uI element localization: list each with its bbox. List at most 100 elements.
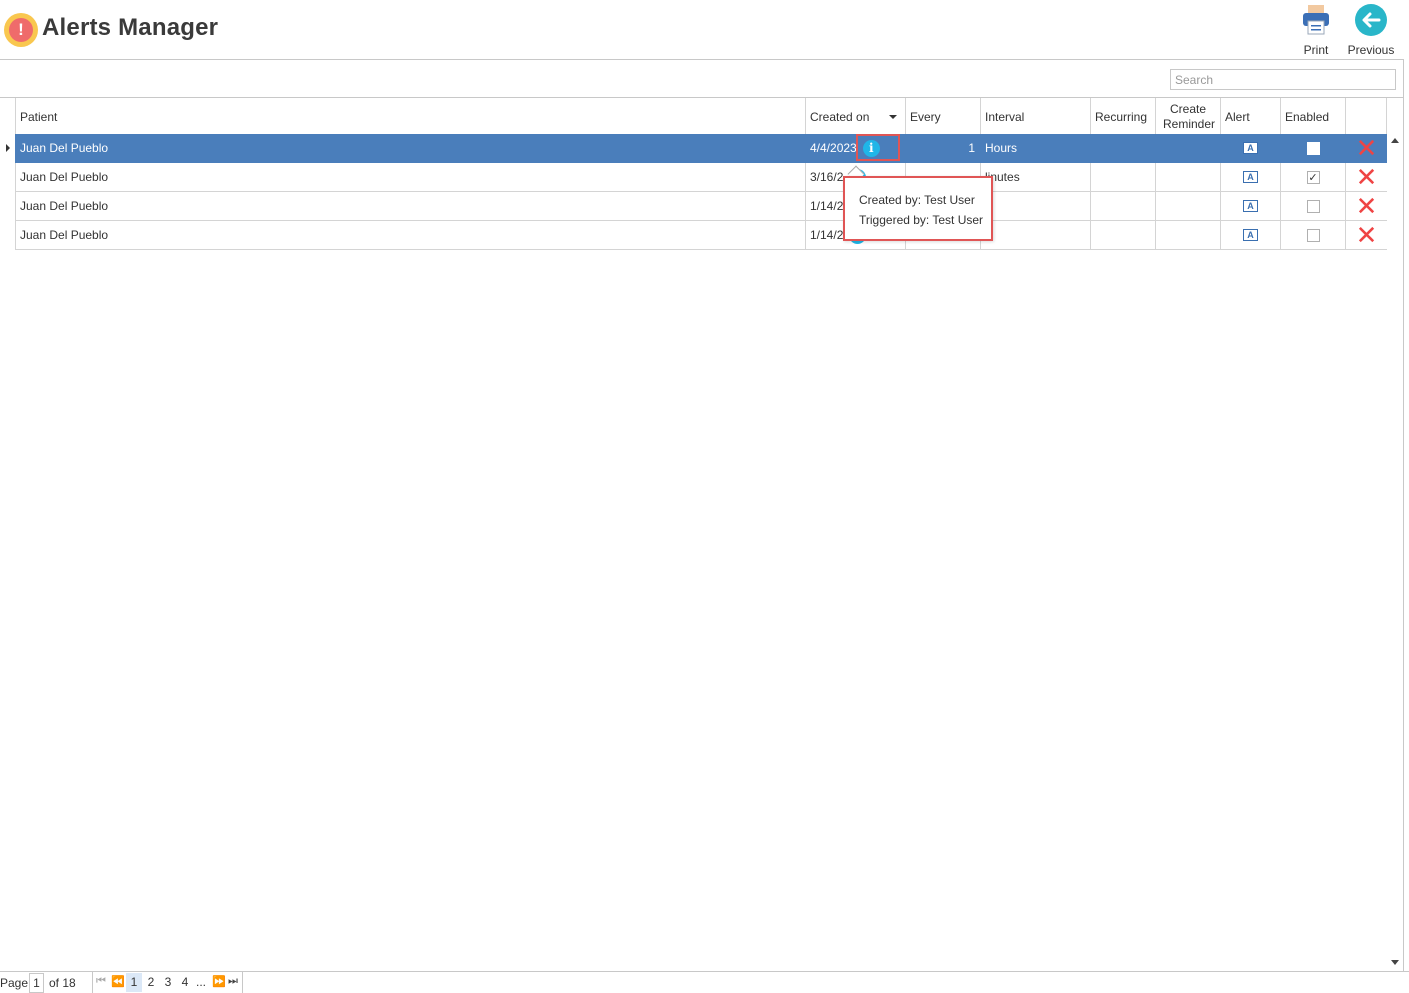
cell-patient[interactable]: Juan Del Pueblo	[15, 192, 805, 221]
cell-every[interactable]: 1	[905, 134, 980, 163]
pager-current-page-input[interactable]: 1	[29, 973, 44, 993]
column-header-recurring[interactable]: Recurring	[1090, 98, 1155, 135]
page-number-1[interactable]: 1	[126, 973, 142, 992]
info-highlight-box	[856, 134, 900, 161]
column-header-interval[interactable]: Interval	[980, 98, 1090, 135]
page-number-4[interactable]: 4	[177, 973, 193, 992]
previous-button[interactable]: Previous	[1344, 2, 1398, 57]
scroll-down-icon[interactable]	[1391, 960, 1399, 965]
pager-total-label: of 18	[49, 976, 76, 990]
cell-actions[interactable]: ✕	[1345, 192, 1387, 221]
cell-recurring[interactable]	[1090, 221, 1155, 250]
pager: Page 1 of 18 ⏮ ⏪ 1 2 3 4 ... ⏩ ⏭	[0, 971, 1409, 993]
alert-document-icon[interactable]: A	[1243, 171, 1258, 183]
alert-document-icon[interactable]: A	[1243, 142, 1258, 154]
table-row[interactable]: Juan Del Pueblo1/14/2iA✕	[0, 221, 1387, 250]
cell-interval[interactable]	[980, 221, 1090, 250]
pager-nav: ⏮ ⏪ 1 2 3 4 ... ⏩ ⏭	[92, 972, 243, 993]
right-border	[1403, 59, 1404, 971]
cell-enabled[interactable]	[1280, 192, 1345, 221]
patient-text: Juan Del Pueblo	[20, 141, 109, 155]
alert-exclamation-icon: !	[9, 18, 33, 42]
tooltip-created-by: Created by: Test User	[859, 193, 975, 207]
cell-patient[interactable]: Juan Del Pueblo	[15, 163, 805, 192]
cell-create-reminder[interactable]	[1155, 163, 1220, 192]
cell-actions[interactable]: ✕	[1345, 134, 1387, 163]
cell-enabled[interactable]: ✓	[1280, 163, 1345, 192]
cell-patient[interactable]: Juan Del Pueblo	[15, 221, 805, 250]
row-selector-icon	[0, 134, 15, 163]
page-title: Alerts Manager	[42, 14, 219, 41]
table-row[interactable]: Juan Del Pueblo1/14/2iA✕	[0, 192, 1387, 221]
delete-icon[interactable]: ✕	[1356, 222, 1378, 248]
cell-interval[interactable]: Hours	[980, 134, 1090, 163]
sort-dropdown-icon[interactable]	[889, 115, 897, 119]
cell-actions[interactable]: ✕	[1345, 221, 1387, 250]
created-on-text: 1/14/2	[810, 228, 844, 242]
scroll-up-icon[interactable]	[1391, 138, 1399, 143]
interval-text: Hours	[985, 141, 1018, 155]
page-number-2[interactable]: 2	[143, 973, 159, 992]
cell-create-reminder[interactable]	[1155, 192, 1220, 221]
created-on-text: 4/4/2023	[810, 141, 857, 155]
cell-create-reminder[interactable]	[1155, 134, 1220, 163]
page-number-3[interactable]: 3	[160, 973, 176, 992]
cell-patient[interactable]: Juan Del Pueblo	[15, 134, 805, 163]
cell-alert[interactable]: A	[1220, 134, 1280, 163]
column-header-actions	[1345, 98, 1387, 135]
print-label: Print	[1303, 43, 1329, 57]
previous-page-icon[interactable]: ⏪	[111, 975, 125, 988]
alert-document-icon[interactable]: A	[1243, 200, 1258, 212]
enabled-checkbox[interactable]	[1306, 141, 1320, 155]
column-header-patient[interactable]: Patient	[15, 98, 805, 135]
column-header-alert[interactable]: Alert	[1220, 98, 1280, 135]
cell-actions[interactable]: ✕	[1345, 163, 1387, 192]
search-input[interactable]	[1170, 69, 1396, 90]
column-header-enabled[interactable]: Enabled	[1280, 98, 1345, 135]
created-on-text: 1/14/2	[810, 199, 844, 213]
cell-alert[interactable]: A	[1220, 192, 1280, 221]
cell-create-reminder[interactable]	[1155, 221, 1220, 250]
delete-icon[interactable]: ✕	[1356, 164, 1378, 190]
current-row-arrow-icon	[6, 144, 10, 152]
patient-text: Juan Del Pueblo	[20, 199, 109, 213]
table-row[interactable]: Juan Del Pueblo3/16/2ilinutesA✓✕	[0, 163, 1387, 192]
created-on-text: 3/16/2	[810, 170, 844, 184]
info-tooltip: Created by: Test User Triggered by: Test…	[843, 176, 993, 241]
column-header-created-on[interactable]: Created on	[805, 98, 905, 135]
cell-interval[interactable]	[980, 192, 1090, 221]
cell-alert[interactable]: A	[1220, 163, 1280, 192]
previous-label: Previous	[1347, 43, 1395, 57]
header-divider	[0, 59, 1404, 60]
cell-alert[interactable]: A	[1220, 221, 1280, 250]
cell-enabled[interactable]	[1280, 221, 1345, 250]
checkmark-icon: ✓	[1308, 171, 1318, 184]
column-header-create-reminder[interactable]: Create Reminder	[1155, 98, 1220, 135]
cell-recurring[interactable]	[1090, 134, 1155, 163]
delete-icon[interactable]: ✕	[1356, 193, 1378, 219]
tooltip-triggered-by: Triggered by: Test User	[859, 213, 984, 227]
app-logo-icon: !	[4, 13, 38, 47]
alert-document-icon[interactable]: A	[1243, 229, 1258, 241]
cell-enabled[interactable]	[1280, 134, 1345, 163]
next-page-icon[interactable]: ⏩	[212, 975, 226, 988]
last-page-icon[interactable]: ⏭	[228, 975, 238, 988]
cell-recurring[interactable]	[1090, 192, 1155, 221]
pager-page-label: Page	[0, 976, 29, 990]
grid-header: Patient Created on Every Interval Recurr…	[0, 98, 1387, 135]
enabled-checkbox[interactable]	[1306, 228, 1320, 242]
page-ellipsis[interactable]: ...	[193, 973, 209, 992]
column-header-every[interactable]: Every	[905, 98, 980, 135]
print-button[interactable]: Print	[1294, 2, 1338, 57]
enabled-checkbox[interactable]	[1306, 199, 1320, 213]
column-header-create-reminder-label: Create Reminder	[1163, 101, 1216, 131]
cell-interval[interactable]: linutes	[980, 163, 1090, 192]
first-page-icon[interactable]: ⏮	[96, 975, 106, 988]
vertical-scrollbar[interactable]	[1387, 134, 1403, 971]
enabled-checkbox[interactable]: ✓	[1306, 170, 1320, 184]
table-row[interactable]: Juan Del Pueblo 4/4/2023 i 1 Hours A ✕	[0, 134, 1387, 163]
cell-recurring[interactable]	[1090, 163, 1155, 192]
printer-icon	[1303, 5, 1329, 35]
every-text: 1	[968, 141, 975, 155]
delete-icon[interactable]: ✕	[1356, 135, 1378, 161]
